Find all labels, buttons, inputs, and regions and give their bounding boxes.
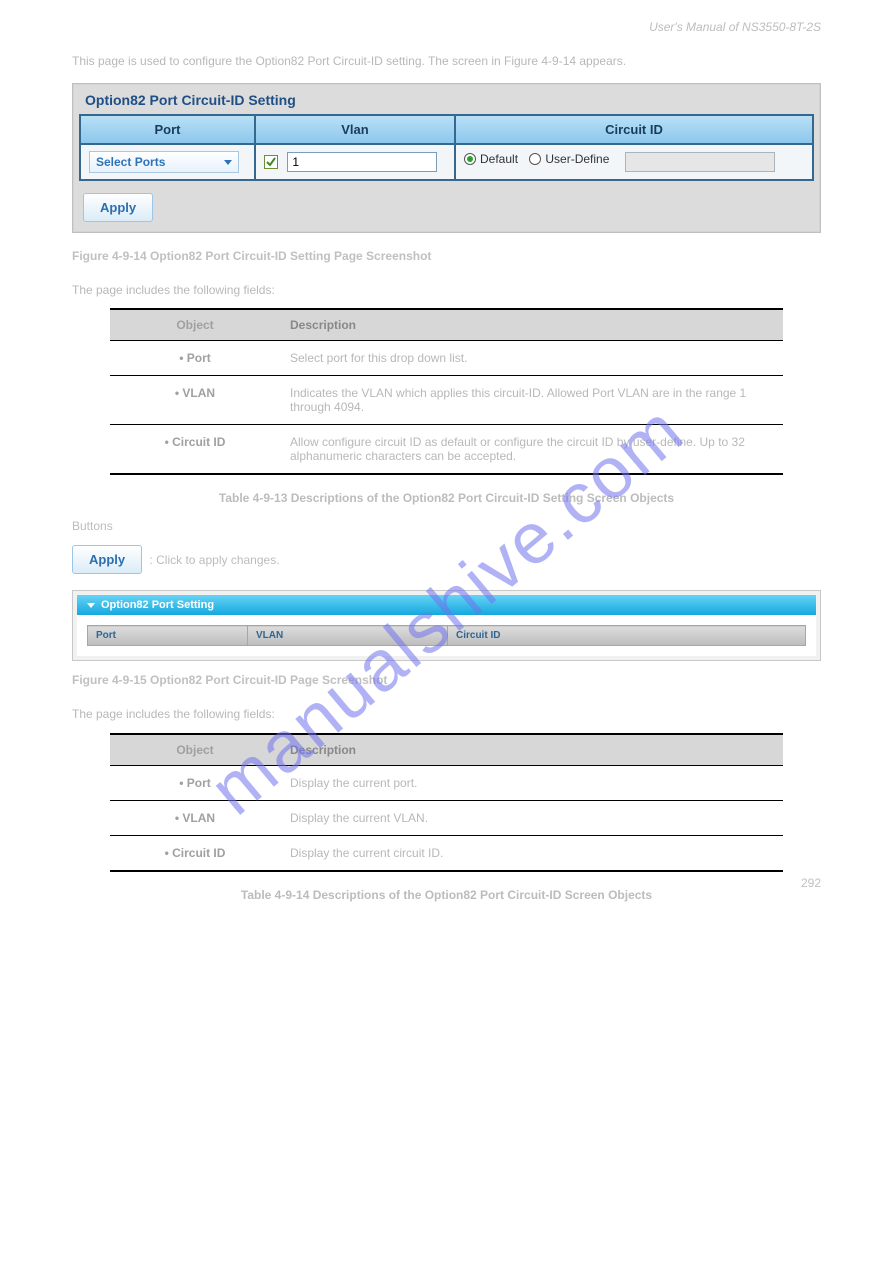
- panel-title: Option82 Port Circuit-ID Setting: [79, 90, 814, 114]
- table-row: • Port Select port for this drop down li…: [110, 341, 783, 376]
- option82-port-status-table: Port VLAN Circuit ID: [87, 625, 806, 646]
- figure2-caption: Figure 4-9-15 Option82 Port Circuit-ID P…: [0, 671, 893, 695]
- th-vlan: Vlan: [255, 115, 455, 144]
- vlan-input[interactable]: [287, 152, 437, 172]
- cell-object: • Port: [110, 765, 280, 800]
- doc-header: User's Manual of NS3550-8T-2S: [0, 0, 893, 42]
- th-port: Port: [80, 115, 255, 144]
- select-ports-dropdown[interactable]: Select Ports: [89, 151, 239, 173]
- table-row: • Circuit ID Display the current circuit…: [110, 835, 783, 871]
- table-row: • Port Display the current port.: [110, 765, 783, 800]
- cell-description: Select port for this drop down list.: [280, 341, 783, 376]
- cell-object: • VLAN: [110, 376, 280, 425]
- check-icon: [266, 157, 276, 167]
- panel2-title: Option82 Port Setting: [101, 599, 214, 611]
- th-object: Object: [110, 734, 280, 766]
- cell-description: Display the current circuit ID.: [280, 835, 783, 871]
- panel2-header[interactable]: Option82 Port Setting: [77, 595, 816, 615]
- cell-object: • Circuit ID: [110, 835, 280, 871]
- chevron-down-icon: [87, 603, 95, 608]
- figure1-caption: Figure 4-9-14 Option82 Port Circuit-ID S…: [0, 247, 893, 271]
- cell-description: Allow configure circuit ID as default or…: [280, 425, 783, 475]
- apply-description: : Click to apply changes.: [145, 553, 283, 567]
- th-circuitid: Circuit ID: [455, 115, 813, 144]
- cell-object: • Port: [110, 341, 280, 376]
- table-row: • VLAN Indicates the VLAN which applies …: [110, 376, 783, 425]
- cell-description: Display the current port.: [280, 765, 783, 800]
- intro-text: This page is used to configure the Optio…: [0, 42, 893, 75]
- description-table-2: Object Description • Port Display the cu…: [110, 733, 783, 872]
- vlan-checkbox[interactable]: [264, 155, 278, 169]
- cell-object: • VLAN: [110, 800, 280, 835]
- radio-userdefine[interactable]: [529, 153, 541, 165]
- apply-button-standalone[interactable]: Apply: [72, 545, 142, 574]
- select-ports-label: Select Ports: [96, 155, 165, 169]
- cell-object: • Circuit ID: [110, 425, 280, 475]
- radio-default-wrap[interactable]: Default: [464, 152, 518, 166]
- option82-port-setting-panel: Option82 Port Setting Port VLAN Circuit …: [72, 590, 821, 661]
- cell-description: Display the current VLAN.: [280, 800, 783, 835]
- radio-default-label: Default: [480, 152, 518, 166]
- chevron-down-icon: [224, 160, 232, 165]
- table-row: Select Ports Default: [80, 144, 813, 180]
- description-table-1: Object Description • Port Select port fo…: [110, 308, 783, 475]
- th-description: Description: [280, 734, 783, 766]
- th-vlan: VLAN: [248, 626, 448, 646]
- desc-intro-2: The page includes the following fields:: [0, 695, 893, 728]
- table2-caption: Table 4-9-14 Descriptions of the Option8…: [0, 882, 893, 910]
- radio-userdefine-wrap[interactable]: User-Define: [529, 152, 609, 166]
- th-description: Description: [280, 309, 783, 341]
- option82-circuitid-setting-panel: Option82 Port Circuit-ID Setting Port Vl…: [72, 83, 821, 233]
- table-row: • Circuit ID Allow configure circuit ID …: [110, 425, 783, 475]
- radio-default[interactable]: [464, 153, 476, 165]
- table1-caption: Table 4-9-13 Descriptions of the Option8…: [0, 485, 893, 513]
- radio-userdefine-label: User-Define: [545, 152, 609, 166]
- table-row: • VLAN Display the current VLAN.: [110, 800, 783, 835]
- page-number: 292: [801, 876, 821, 890]
- th-object: Object: [110, 309, 280, 341]
- desc-intro: The page includes the following fields:: [0, 271, 893, 304]
- circuitid-setting-table: Port Vlan Circuit ID Select Ports: [79, 114, 814, 181]
- userdefine-input[interactable]: [625, 152, 775, 172]
- buttons-heading: Buttons: [0, 513, 893, 537]
- th-circuitid: Circuit ID: [448, 626, 806, 646]
- apply-button[interactable]: Apply: [83, 193, 153, 222]
- cell-description: Indicates the VLAN which applies this ci…: [280, 376, 783, 425]
- doc-header-right: User's Manual of NS3550-8T-2S: [649, 20, 821, 34]
- th-port: Port: [88, 626, 248, 646]
